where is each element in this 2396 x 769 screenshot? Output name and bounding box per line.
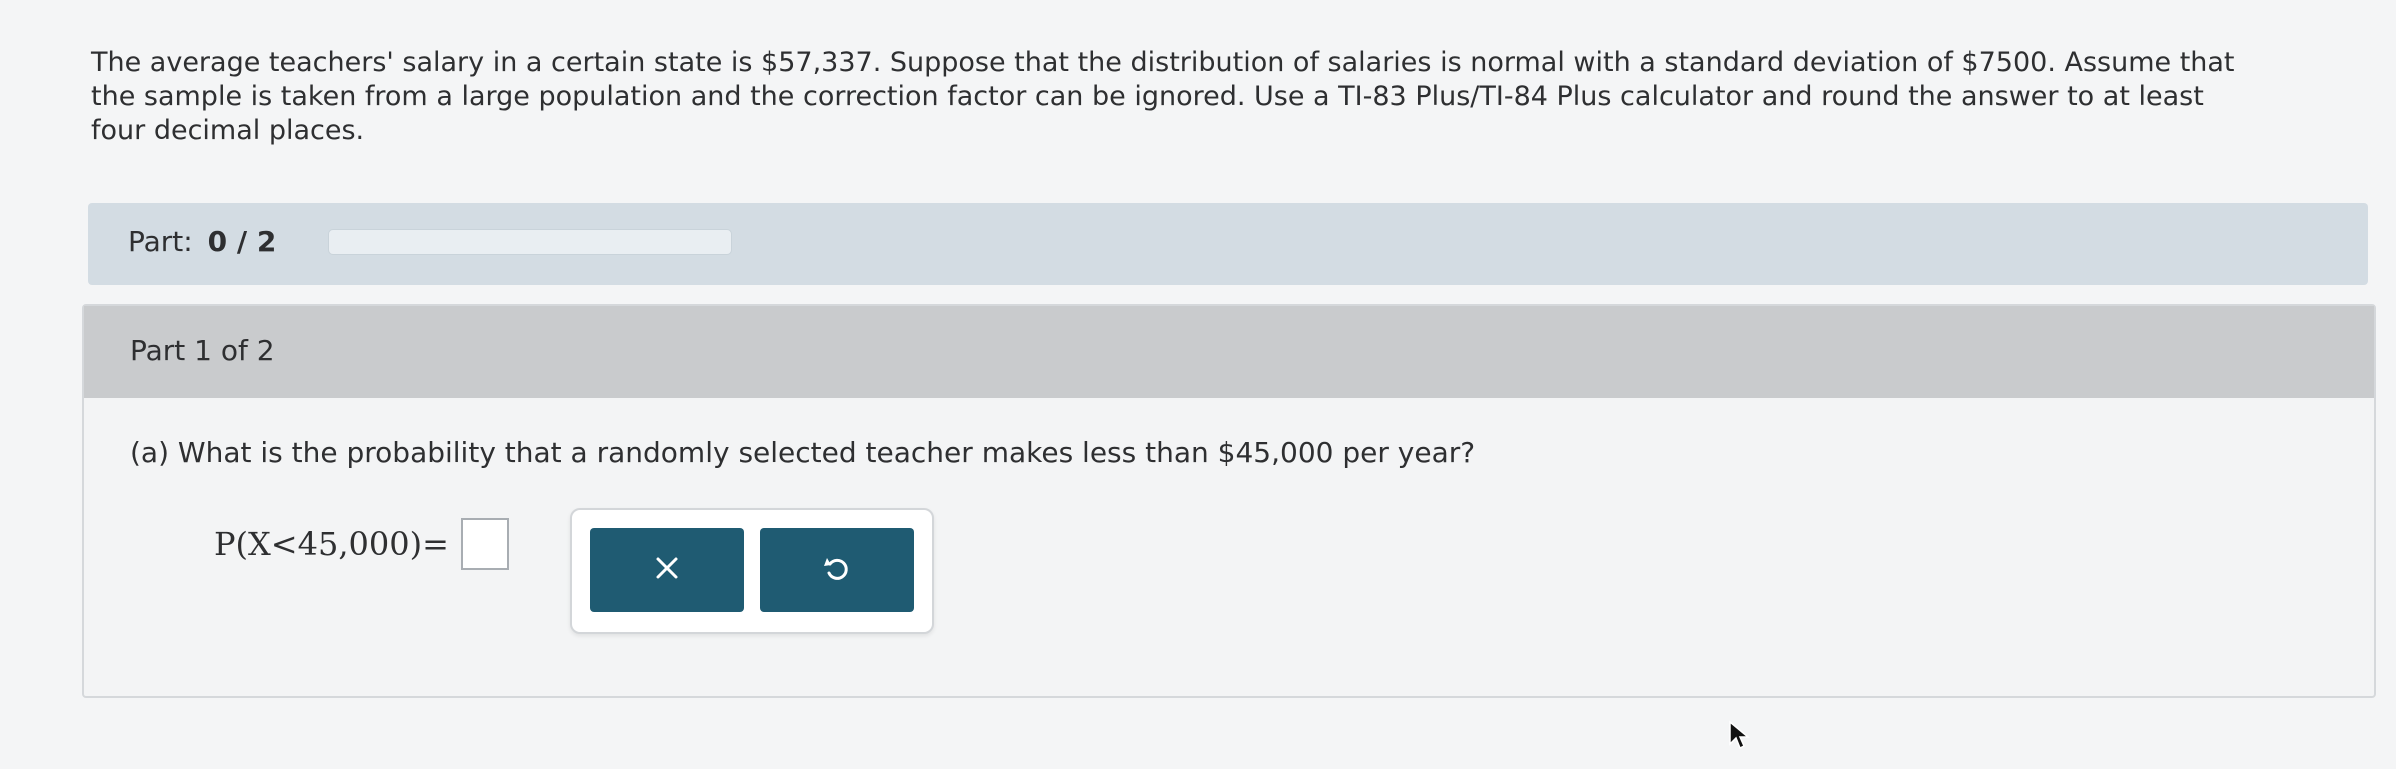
problem-line: the sample is taken from a large populat… (91, 81, 2204, 112)
part-count: 0 / 2 (207, 225, 277, 258)
problem-line: The average teachers' salary in a certai… (91, 47, 2235, 78)
undo-icon (821, 552, 853, 588)
part-panel: Part 1 of 2 (a) What is the probability … (82, 304, 2376, 698)
action-button-group (570, 508, 934, 634)
equation-lhs: P(X<45,000)= (214, 525, 449, 563)
part-header: Part 1 of 2 (84, 306, 2374, 398)
part-title: Part 1 of 2 (130, 334, 275, 367)
question-text: (a) What is the probability that a rando… (130, 436, 1476, 469)
part-progress-bar: Part: 0 / 2 (88, 203, 2368, 285)
problem-statement: The average teachers' salary in a certai… (91, 46, 2351, 148)
answer-input[interactable] (460, 518, 509, 570)
problem-line: four decimal places. (91, 115, 365, 146)
mouse-cursor-icon (1728, 720, 1751, 754)
undo-button[interactable] (760, 528, 914, 612)
equation: P(X<45,000)= (214, 518, 509, 570)
close-icon (652, 553, 682, 587)
progress-track (328, 229, 732, 255)
clear-button[interactable] (590, 528, 744, 612)
part-label: Part: (128, 225, 193, 258)
part-progress-label: Part: 0 / 2 (128, 225, 276, 258)
